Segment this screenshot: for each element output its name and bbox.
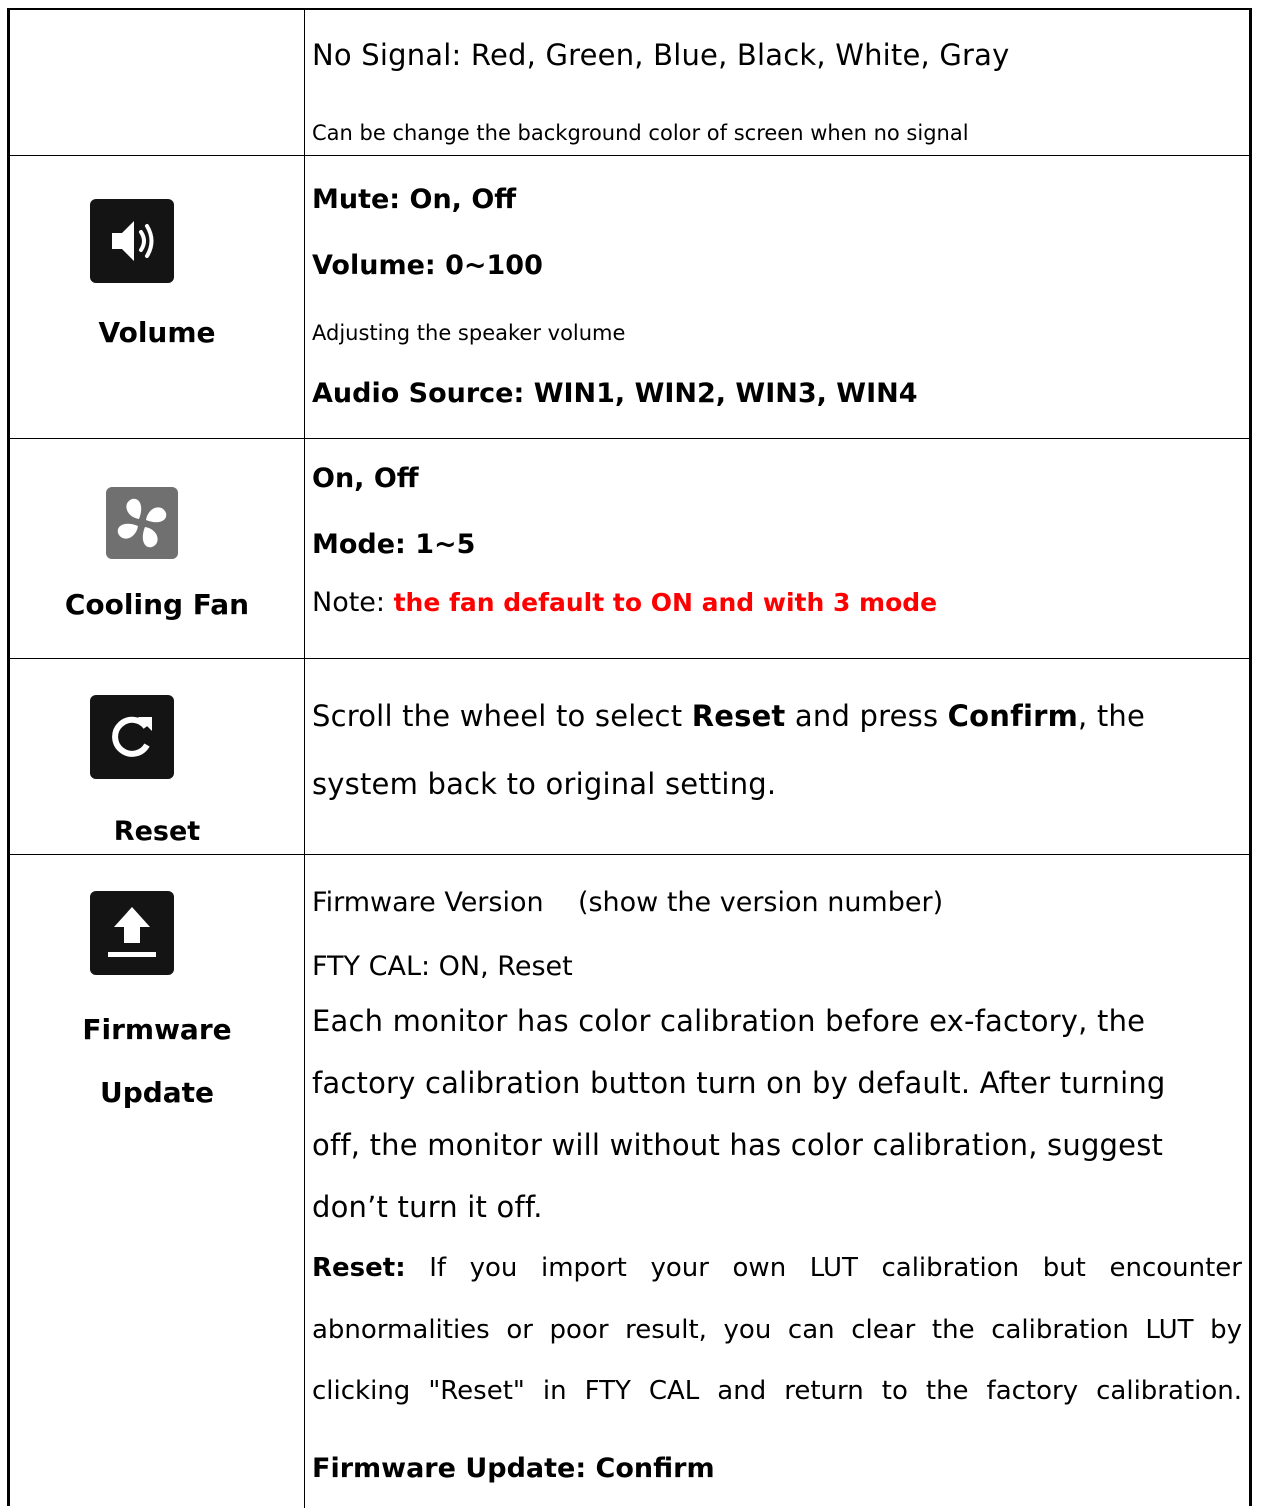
no-signal-description: Can be change the background color of sc…	[312, 121, 969, 145]
speaker-icon	[90, 199, 174, 283]
row-label: Cooling Fan	[64, 588, 250, 621]
reset-paragraph-line-1: Reset: If you import your own LUT calibr…	[312, 1253, 1242, 1283]
reset-instruction-line-1: Scroll the wheel to select Reset and pre…	[312, 699, 1145, 733]
table-row-volume: Volume Mute: On, Off Volume: 0~100 Adjus…	[10, 156, 1249, 439]
calibration-text-line-3: off, the monitor will without has color …	[312, 1128, 1164, 1162]
reset-paragraph-line-2: abnormalities or poor result, you can cl…	[312, 1315, 1242, 1345]
row-label: Reset	[113, 816, 201, 847]
volume-range: Volume: 0~100	[312, 250, 543, 281]
settings-table: No Signal: Red, Green, Blue, Black, Whit…	[7, 8, 1252, 1508]
note-highlight: the fan default to ON and with 3 mode	[393, 588, 938, 617]
firmware-update-confirm: Firmware Update: Confirm	[312, 1453, 715, 1484]
column-divider	[304, 659, 305, 854]
mute-option: Mute: On, Off	[312, 184, 517, 215]
table-row-no-signal: No Signal: Red, Green, Blue, Black, Whit…	[10, 10, 1249, 156]
row-description-cell: Firmware Version (show the version numbe…	[312, 855, 1242, 1508]
reset-icon	[90, 695, 174, 779]
column-divider	[304, 855, 305, 1508]
reset-instruction-line-2: system back to original setting.	[312, 767, 777, 801]
fty-cal-line: FTY CAL: ON, Reset	[312, 951, 573, 982]
row-label-line-2: Update	[99, 1076, 215, 1109]
calibration-text-line-1: Each monitor has color calibration befor…	[312, 1004, 1146, 1038]
reset-label: Reset:	[312, 1253, 406, 1283]
row-description-cell: Scroll the wheel to select Reset and pre…	[312, 659, 1241, 854]
confirm-keyword: Confirm	[947, 699, 1079, 733]
reset-text: If you import your own LUT calibration b…	[405, 1253, 1242, 1283]
row-description-cell: Mute: On, Off Volume: 0~100 Adjusting th…	[312, 156, 1241, 438]
fan-note: Note: the fan default to ON and with 3 m…	[312, 587, 937, 618]
table-row-reset: Reset Scroll the wheel to select Reset a…	[10, 659, 1249, 855]
row-description-cell: On, Off Mode: 1~5 Note: the fan default …	[312, 439, 1241, 658]
row-description-cell: No Signal: Red, Green, Blue, Black, Whit…	[312, 10, 1241, 155]
fan-mode-range: Mode: 1~5	[312, 529, 476, 560]
row-label-line-1: Firmware	[82, 1013, 232, 1046]
reset-text-part: , the	[1078, 699, 1146, 733]
reset-text-part: Scroll the wheel to select	[312, 699, 692, 733]
column-divider	[304, 439, 305, 658]
column-divider	[304, 156, 305, 438]
fan-icon	[106, 487, 178, 559]
calibration-text-line-2: factory calibration button turn on by de…	[312, 1066, 1166, 1100]
upload-icon	[90, 891, 174, 975]
row-label-cell: Volume	[10, 156, 304, 438]
no-signal-options: No Signal: Red, Green, Blue, Black, Whit…	[312, 38, 1010, 72]
audio-source-options: Audio Source: WIN1, WIN2, WIN3, WIN4	[312, 378, 918, 409]
column-divider	[304, 10, 305, 155]
reset-text-part: and press	[785, 699, 948, 733]
reset-paragraph-line-3: clicking "Reset" in FTY CAL and return t…	[312, 1376, 1242, 1406]
fan-power-options: On, Off	[312, 463, 419, 494]
row-label-cell	[10, 10, 304, 155]
row-label: Volume	[98, 316, 216, 349]
firmware-version-line: Firmware Version (show the version numbe…	[312, 887, 944, 918]
note-prefix: Note:	[312, 587, 394, 618]
table-row-cooling-fan: Cooling Fan On, Off Mode: 1~5 Note: the …	[10, 439, 1249, 659]
table-row-firmware-update: Firmware Update Firmware Version (show t…	[10, 855, 1249, 1508]
row-label-cell: Cooling Fan	[10, 439, 304, 658]
volume-description: Adjusting the speaker volume	[312, 321, 626, 345]
calibration-text-line-4: don’t turn it off.	[312, 1190, 543, 1224]
row-label-cell: Firmware Update	[10, 855, 304, 1508]
row-label-cell: Reset	[10, 659, 304, 854]
reset-keyword: Reset	[691, 699, 786, 733]
